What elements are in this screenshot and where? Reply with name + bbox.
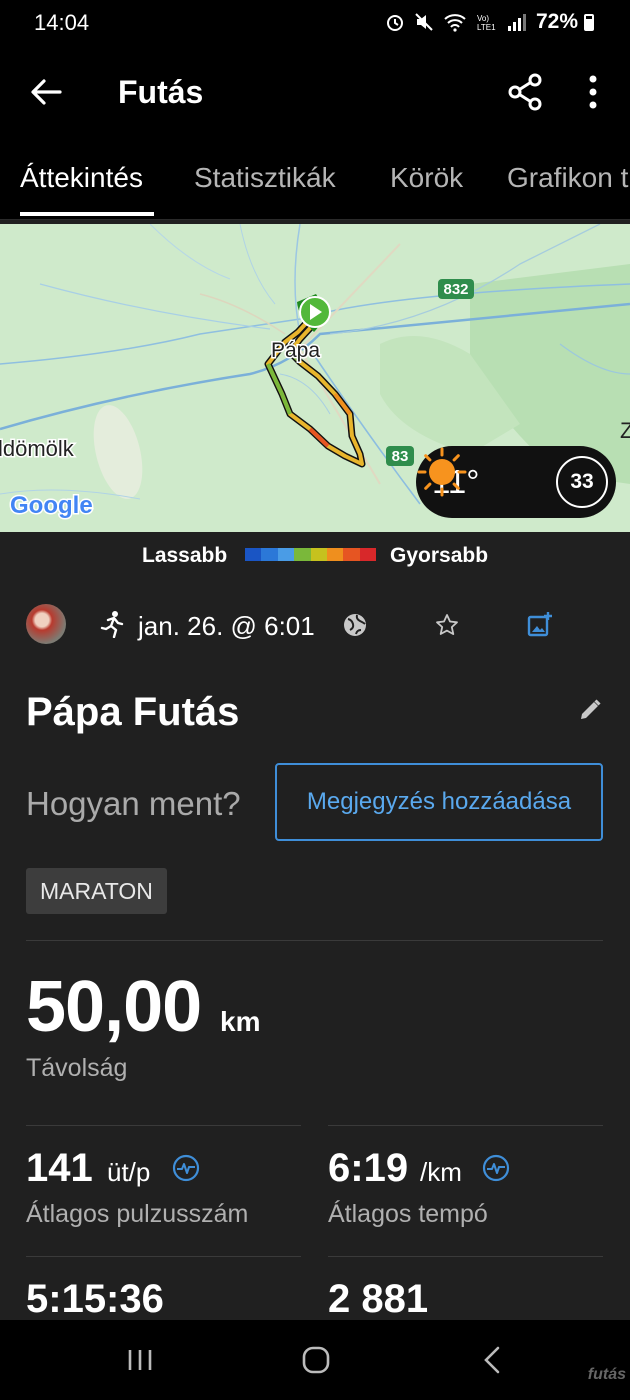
mute-icon [415, 13, 433, 31]
divider [328, 1125, 603, 1126]
road-label-83: 83 [392, 448, 409, 465]
duration-value: 5:15:36 [26, 1277, 164, 1321]
legend-swatch-6 [343, 548, 360, 561]
status-icons: Vo) LTE1 72% [385, 10, 594, 34]
town-label-celldomolk: ldömölk [0, 436, 75, 461]
divider [26, 1256, 301, 1257]
tab-laps[interactable]: Körök [390, 162, 463, 194]
status-bar: 14:04 Vo) LTE1 72% [0, 0, 630, 48]
activity-title: Pápa Futás [26, 690, 240, 734]
status-time: 14:04 [34, 10, 90, 35]
more-options-icon[interactable] [578, 72, 608, 112]
tab-graphs[interactable]: Grafikon t [507, 162, 628, 194]
legend-swatch-3 [294, 548, 311, 561]
divider [328, 1256, 603, 1257]
pencil-icon[interactable] [576, 696, 604, 724]
weather-badge[interactable]: 11° 33 [416, 446, 616, 518]
avg-pace-value: 6:19 [328, 1146, 409, 1190]
add-note-button[interactable]: Megjegyzés hozzáadása [275, 763, 603, 841]
star-icon[interactable] [434, 612, 460, 638]
activity-meta-row: jan. 26. @ 6:01 [0, 600, 630, 652]
wifi-icon [444, 14, 466, 32]
tab-statistics[interactable]: Statisztikák [194, 162, 336, 194]
feedback-question: Hogyan ment? [26, 785, 241, 822]
system-back-icon[interactable] [472, 1342, 512, 1378]
active-tab-indicator [20, 212, 154, 216]
legend-color-bar [245, 548, 376, 561]
back-arrow-icon[interactable] [26, 72, 66, 112]
sun-icon [417, 447, 467, 497]
distance-label: Távolság [26, 1054, 128, 1082]
distance-value: 50,00 [26, 967, 202, 1047]
heart-rate-zone-icon[interactable] [172, 1154, 200, 1182]
divider [26, 1125, 301, 1126]
share-icon[interactable] [506, 72, 544, 112]
pace-legend: Lassabb Gyorsabb [0, 532, 630, 580]
road-label-832: 832 [443, 281, 468, 298]
tab-overview[interactable]: Áttekintés [20, 162, 143, 194]
weather-wind-badge: 33 [556, 456, 608, 508]
legend-swatch-5 [326, 548, 344, 561]
legend-swatch-4 [310, 548, 327, 561]
page-title: Futás [118, 74, 204, 110]
globe-icon[interactable] [342, 612, 368, 638]
battery: 72% [536, 10, 594, 34]
legend-swatch-2 [277, 548, 295, 561]
calories-value: 2 881 [328, 1277, 429, 1321]
tab-bar: Áttekintés Statisztikák Körök Grafikon t [0, 140, 630, 220]
battery-percent: 72% [535, 10, 578, 33]
signal-icon [507, 14, 526, 31]
legend-swatch-7 [359, 548, 376, 561]
running-icon [100, 611, 124, 638]
pace-zone-icon[interactable] [482, 1154, 510, 1182]
add-photo-icon[interactable] [526, 610, 554, 638]
avg-heart-rate-value: 141 [26, 1146, 93, 1190]
watermark: futás [587, 1366, 626, 1383]
town-label-papa: Pápa [271, 339, 320, 362]
avg-heart-rate-label: Átlagos pulzusszám [26, 1200, 249, 1228]
home-icon[interactable] [296, 1342, 336, 1378]
legend-swatch-1 [261, 548, 278, 561]
avg-pace-unit: /km [420, 1157, 462, 1187]
svg-text:Vo): Vo) [477, 14, 489, 23]
map-provider-logo: Google [10, 492, 93, 519]
avatar[interactable] [26, 604, 66, 644]
volte-icon: Vo)LTE1 [477, 14, 496, 32]
legend-swatch-0 [245, 548, 262, 561]
activity-tag[interactable]: MARATON [26, 868, 167, 914]
route-map[interactable]: 832 83 Pápa ldömölk Z Google 11° 33 [0, 224, 630, 532]
edge-letter: Z [620, 418, 630, 443]
battery-icon [584, 13, 594, 31]
activity-date: jan. 26. @ 6:01 [138, 611, 315, 641]
recent-apps-icon[interactable] [120, 1342, 160, 1378]
alarm-icon [386, 15, 403, 31]
legend-fast-label: Gyorsabb [390, 544, 489, 567]
avg-heart-rate-unit: üt/p [107, 1157, 151, 1187]
avg-pace-label: Átlagos tempó [328, 1200, 488, 1228]
legend-slow-label: Lassabb [142, 544, 228, 567]
distance-unit: km [220, 1006, 261, 1037]
system-nav-bar: futás [0, 1320, 630, 1400]
svg-text:LTE1: LTE1 [477, 23, 496, 32]
divider [26, 940, 603, 941]
app-header: Futás [0, 48, 630, 140]
